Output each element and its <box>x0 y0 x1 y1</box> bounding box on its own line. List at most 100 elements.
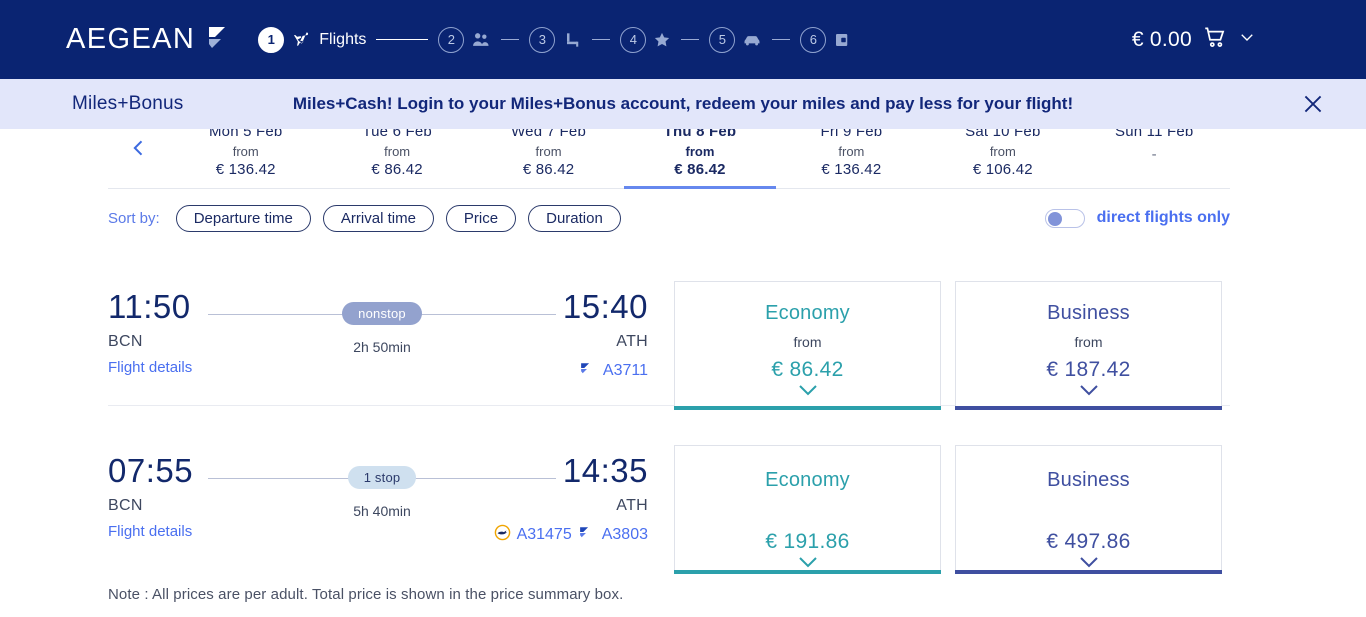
site-header: AEGEAN 1 Flights 2 <box>0 0 1366 79</box>
carrier-list: A31475 A3803 <box>494 523 648 546</box>
fare-cabin-name: Business <box>1047 469 1130 492</box>
fare-cabin-name: Economy <box>765 469 850 492</box>
fare-price: € 497.86 <box>1046 530 1130 554</box>
flight-leg-summary: 11:50 BCN Flight details nonstop 2h 50mi… <box>108 276 674 294</box>
fare-card-business[interactable]: Business from € 187.42 <box>955 281 1222 410</box>
departure-airport-code: BCN <box>108 497 193 515</box>
flight-number: A3803 <box>602 526 648 544</box>
cart-summary[interactable]: € 0.00 <box>1132 24 1256 55</box>
fare-card-economy[interactable]: Economy from € 86.42 <box>674 281 941 410</box>
step-6-payment[interactable]: 6 <box>800 27 851 53</box>
date-price: € 106.42 <box>973 161 1033 178</box>
aegean-swoosh-icon <box>204 20 238 59</box>
flight-number: A3711 <box>603 362 648 380</box>
flight-leg-summary: 07:55 BCN Flight details 1 stop 5h 40min… <box>108 440 674 458</box>
arrival-airport-code: ATH <box>563 333 648 351</box>
date-from-label: from <box>838 144 864 159</box>
arrival-time: 14:35 <box>494 454 648 487</box>
flight-details-link[interactable]: Flight details <box>108 359 192 376</box>
step-1-flights[interactable]: 1 Flights <box>258 27 366 53</box>
close-icon[interactable] <box>1300 91 1326 117</box>
step-2-passengers[interactable]: 2 <box>438 27 491 53</box>
sort-chip-price[interactable]: Price <box>446 205 516 232</box>
stepper-divider <box>501 39 519 40</box>
step-number: 6 <box>800 27 826 53</box>
carrier-list: A3711 <box>563 359 648 382</box>
date-price: € 86.42 <box>674 161 725 178</box>
step-4-extras[interactable]: 4 <box>620 27 671 53</box>
flight-number: A31475 <box>517 526 572 544</box>
checkout-stepper: 1 Flights 2 3 <box>258 27 851 53</box>
sort-chip-duration[interactable]: Duration <box>528 205 621 232</box>
fare-card-business[interactable]: Business € 497.86 <box>955 445 1222 574</box>
fare-from-label: from <box>1075 334 1103 350</box>
car-icon <box>742 30 762 50</box>
direct-flights-toggle[interactable] <box>1045 209 1085 228</box>
fare-cabin-name: Business <box>1047 302 1130 325</box>
direct-flights-filter: direct flights only <box>1045 209 1230 228</box>
fare-price: € 187.42 <box>1046 358 1130 382</box>
sort-chip-arrival-time[interactable]: Arrival time <box>323 205 434 232</box>
aegean-swoosh-icon <box>578 523 596 546</box>
stepper-divider <box>681 39 699 40</box>
date-price: € 136.42 <box>216 161 276 178</box>
departure-block: 07:55 BCN Flight details <box>108 454 193 540</box>
step-number: 2 <box>438 27 464 53</box>
brand-logo[interactable]: AEGEAN <box>66 20 238 59</box>
step-number: 3 <box>529 27 555 53</box>
departure-airport-code: BCN <box>108 333 192 351</box>
fare-card-economy[interactable]: Economy € 191.86 <box>674 445 941 574</box>
date-from-label: from <box>536 144 562 159</box>
chevron-down-icon[interactable] <box>1077 555 1101 569</box>
sort-by-label: Sort by: <box>108 210 160 227</box>
passengers-icon <box>471 30 491 50</box>
lufthansa-crane-icon <box>494 524 511 546</box>
flight-details-link[interactable]: Flight details <box>108 523 193 540</box>
departure-time: 07:55 <box>108 454 193 487</box>
toggle-knob <box>1048 212 1062 226</box>
flight-result-row: 11:50 BCN Flight details nonstop 2h 50mi… <box>108 276 1230 406</box>
brand-name: AEGEAN <box>66 23 195 56</box>
flight-duration: 2h 50min <box>208 339 556 355</box>
date-price: € 136.42 <box>821 161 881 178</box>
arrival-time: 15:40 <box>563 290 648 323</box>
step-3-seat[interactable]: 3 <box>529 27 582 53</box>
stepper-divider <box>772 39 790 40</box>
departure-block: 11:50 BCN Flight details <box>108 290 192 376</box>
arrival-block: 15:40 ATH A3711 <box>563 290 648 382</box>
step-label-flights: Flights <box>319 31 366 49</box>
fare-card-group: Economy € 191.86 Business € 497.86 <box>674 440 1222 574</box>
cart-amount: € 0.00 <box>1132 28 1192 52</box>
chevron-down-icon[interactable] <box>796 555 820 569</box>
chevron-down-icon[interactable] <box>1238 28 1256 51</box>
step-number: 5 <box>709 27 735 53</box>
fare-price: € 191.86 <box>765 530 849 554</box>
date-price: € 86.42 <box>371 161 422 178</box>
fare-accent-bar <box>674 406 941 410</box>
fare-accent-bar <box>955 570 1222 574</box>
step-number: 4 <box>620 27 646 53</box>
date-from-label: from <box>384 144 410 159</box>
chevron-down-icon[interactable] <box>796 383 820 397</box>
date-from-label: from <box>990 144 1016 159</box>
sort-chip-departure-time[interactable]: Departure time <box>176 205 311 232</box>
aegean-swoosh-icon <box>579 359 597 382</box>
arrival-block: 14:35 ATH A31475 A3803 <box>494 454 648 546</box>
date-price: € 86.42 <box>523 161 574 178</box>
flight-path: nonstop 2h 50min <box>208 302 556 355</box>
step-5-car[interactable]: 5 <box>709 27 762 53</box>
sort-bar: Sort by: Departure time Arrival time Pri… <box>108 200 1230 236</box>
fare-accent-bar <box>674 570 941 574</box>
price-note: Note : All prices are per adult. Total p… <box>108 586 623 603</box>
fare-cabin-name: Economy <box>765 302 850 325</box>
date-from-label: from <box>686 144 715 159</box>
chevron-down-icon[interactable] <box>1077 383 1101 397</box>
fare-from-label: from <box>794 334 822 350</box>
plane-icon <box>291 29 313 51</box>
stepper-divider <box>376 39 428 40</box>
step-number: 1 <box>258 27 284 53</box>
date-from-label: from <box>233 144 259 159</box>
promo-message: Miles+Cash! Login to your Miles+Bonus ac… <box>0 94 1366 114</box>
direct-flights-label: direct flights only <box>1097 209 1230 227</box>
arrival-airport-code: ATH <box>494 497 648 515</box>
